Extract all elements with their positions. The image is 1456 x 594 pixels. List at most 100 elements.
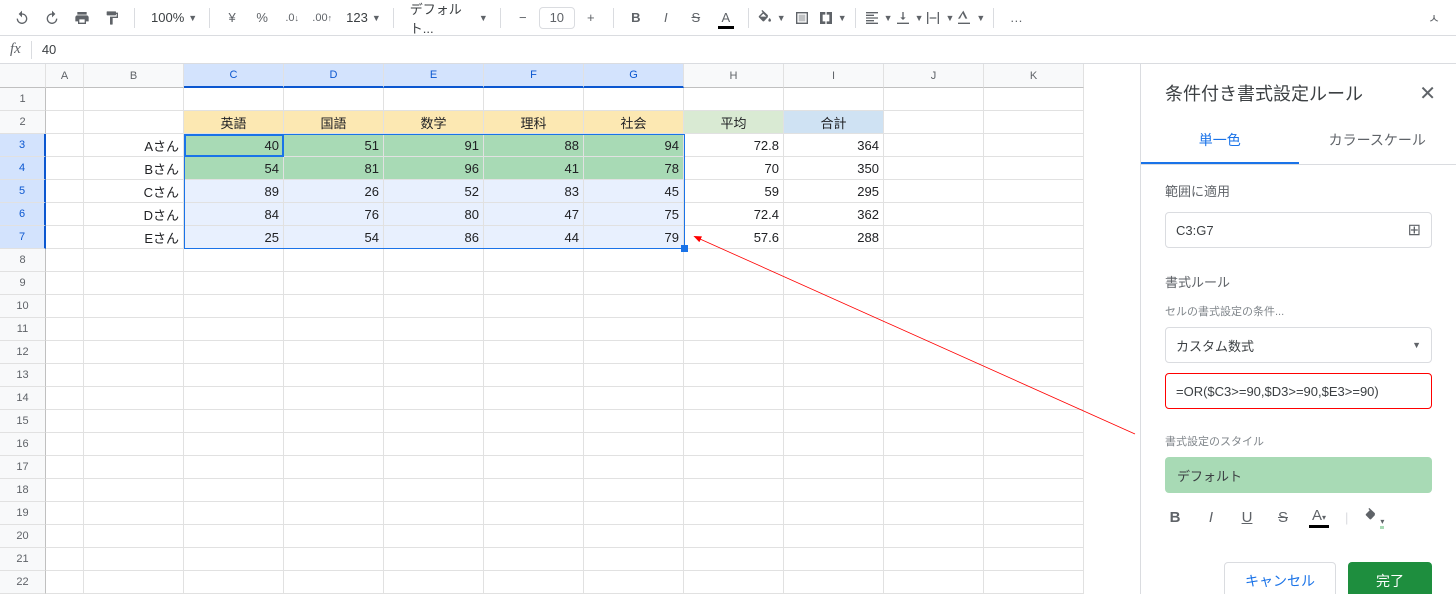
col-header-B[interactable]: B: [84, 64, 184, 88]
cell-I20[interactable]: [784, 525, 884, 548]
cell-E12[interactable]: [384, 341, 484, 364]
row-header-22[interactable]: 22: [0, 571, 46, 594]
cell-K15[interactable]: [984, 410, 1084, 433]
wrap-btn[interactable]: ▼: [925, 4, 954, 32]
cell-I11[interactable]: [784, 318, 884, 341]
cell-K22[interactable]: [984, 571, 1084, 594]
cell-K17[interactable]: [984, 456, 1084, 479]
cell-J21[interactable]: [884, 548, 984, 571]
cell-F21[interactable]: [484, 548, 584, 571]
cell-C5[interactable]: 89: [184, 180, 284, 203]
cell-I1[interactable]: [784, 88, 884, 111]
cell-K13[interactable]: [984, 364, 1084, 387]
cell-B21[interactable]: [84, 548, 184, 571]
cell-E9[interactable]: [384, 272, 484, 295]
cell-G17[interactable]: [584, 456, 684, 479]
cell-B11[interactable]: [84, 318, 184, 341]
cell-E4[interactable]: 96: [384, 157, 484, 180]
cell-K11[interactable]: [984, 318, 1084, 341]
cell-D11[interactable]: [284, 318, 384, 341]
cell-E10[interactable]: [384, 295, 484, 318]
cell-K16[interactable]: [984, 433, 1084, 456]
cell-A16[interactable]: [46, 433, 84, 456]
cell-C20[interactable]: [184, 525, 284, 548]
cell-H22[interactable]: [684, 571, 784, 594]
cell-K4[interactable]: [984, 157, 1084, 180]
cell-K14[interactable]: [984, 387, 1084, 410]
col-header-I[interactable]: I: [784, 64, 884, 88]
undo-icon[interactable]: [8, 4, 36, 32]
condition-dropdown[interactable]: カスタム数式 ▼: [1165, 327, 1432, 363]
formula-bar-value[interactable]: 40: [32, 42, 66, 57]
cell-C9[interactable]: [184, 272, 284, 295]
cell-H5[interactable]: 59: [684, 180, 784, 203]
tab-single-color[interactable]: 単一色: [1141, 118, 1299, 164]
fill-color-btn[interactable]: ▼: [757, 4, 786, 32]
cell-G4[interactable]: 78: [584, 157, 684, 180]
cell-J8[interactable]: [884, 249, 984, 272]
row-header-19[interactable]: 19: [0, 502, 46, 525]
format-italic[interactable]: I: [1201, 509, 1221, 526]
cell-H18[interactable]: [684, 479, 784, 502]
row-header-18[interactable]: 18: [0, 479, 46, 502]
cell-E2[interactable]: 数学: [384, 111, 484, 134]
cell-G14[interactable]: [584, 387, 684, 410]
number-format-select[interactable]: 123▼: [338, 4, 385, 32]
cell-E19[interactable]: [384, 502, 484, 525]
cell-B20[interactable]: [84, 525, 184, 548]
cell-I5[interactable]: 295: [784, 180, 884, 203]
cell-I2[interactable]: 合計: [784, 111, 884, 134]
col-header-J[interactable]: J: [884, 64, 984, 88]
cell-H8[interactable]: [684, 249, 784, 272]
fill-handle[interactable]: [681, 245, 688, 252]
font-size-value[interactable]: 10: [539, 7, 575, 29]
cell-B12[interactable]: [84, 341, 184, 364]
cell-G1[interactable]: [584, 88, 684, 111]
cell-I22[interactable]: [784, 571, 884, 594]
cell-G18[interactable]: [584, 479, 684, 502]
cell-J20[interactable]: [884, 525, 984, 548]
cell-H2[interactable]: 平均: [684, 111, 784, 134]
cell-H3[interactable]: 72.8: [684, 134, 784, 157]
cell-H9[interactable]: [684, 272, 784, 295]
cell-B15[interactable]: [84, 410, 184, 433]
row-header-20[interactable]: 20: [0, 525, 46, 548]
cell-I3[interactable]: 364: [784, 134, 884, 157]
row-header-11[interactable]: 11: [0, 318, 46, 341]
cell-C13[interactable]: [184, 364, 284, 387]
cell-C3[interactable]: 40: [184, 134, 284, 157]
col-header-A[interactable]: A: [46, 64, 84, 88]
cell-A8[interactable]: [46, 249, 84, 272]
cell-C7[interactable]: 25: [184, 226, 284, 249]
cell-B9[interactable]: [84, 272, 184, 295]
cell-K8[interactable]: [984, 249, 1084, 272]
row-header-2[interactable]: 2: [0, 111, 46, 134]
cell-J19[interactable]: [884, 502, 984, 525]
cell-J11[interactable]: [884, 318, 984, 341]
cell-K7[interactable]: [984, 226, 1084, 249]
cell-J6[interactable]: [884, 203, 984, 226]
cell-D6[interactable]: 76: [284, 203, 384, 226]
cell-I17[interactable]: [784, 456, 884, 479]
col-header-G[interactable]: G: [584, 64, 684, 88]
cell-I9[interactable]: [784, 272, 884, 295]
paint-format-icon[interactable]: [98, 4, 126, 32]
format-fillcolor[interactable]: ▾: [1364, 508, 1384, 528]
cell-D22[interactable]: [284, 571, 384, 594]
cell-K20[interactable]: [984, 525, 1084, 548]
italic-btn[interactable]: I: [652, 4, 680, 32]
cell-A18[interactable]: [46, 479, 84, 502]
cell-J4[interactable]: [884, 157, 984, 180]
cell-H14[interactable]: [684, 387, 784, 410]
cell-C15[interactable]: [184, 410, 284, 433]
cell-F7[interactable]: 44: [484, 226, 584, 249]
cell-I4[interactable]: 350: [784, 157, 884, 180]
row-header-6[interactable]: 6: [0, 203, 46, 226]
cell-J17[interactable]: [884, 456, 984, 479]
cell-C4[interactable]: 54: [184, 157, 284, 180]
cell-D2[interactable]: 国語: [284, 111, 384, 134]
decrease-decimal-btn[interactable]: .0↓: [278, 4, 306, 32]
cell-J1[interactable]: [884, 88, 984, 111]
increase-decimal-btn[interactable]: .00↑: [308, 4, 336, 32]
range-input[interactable]: C3:G7 ⊞: [1165, 212, 1432, 248]
